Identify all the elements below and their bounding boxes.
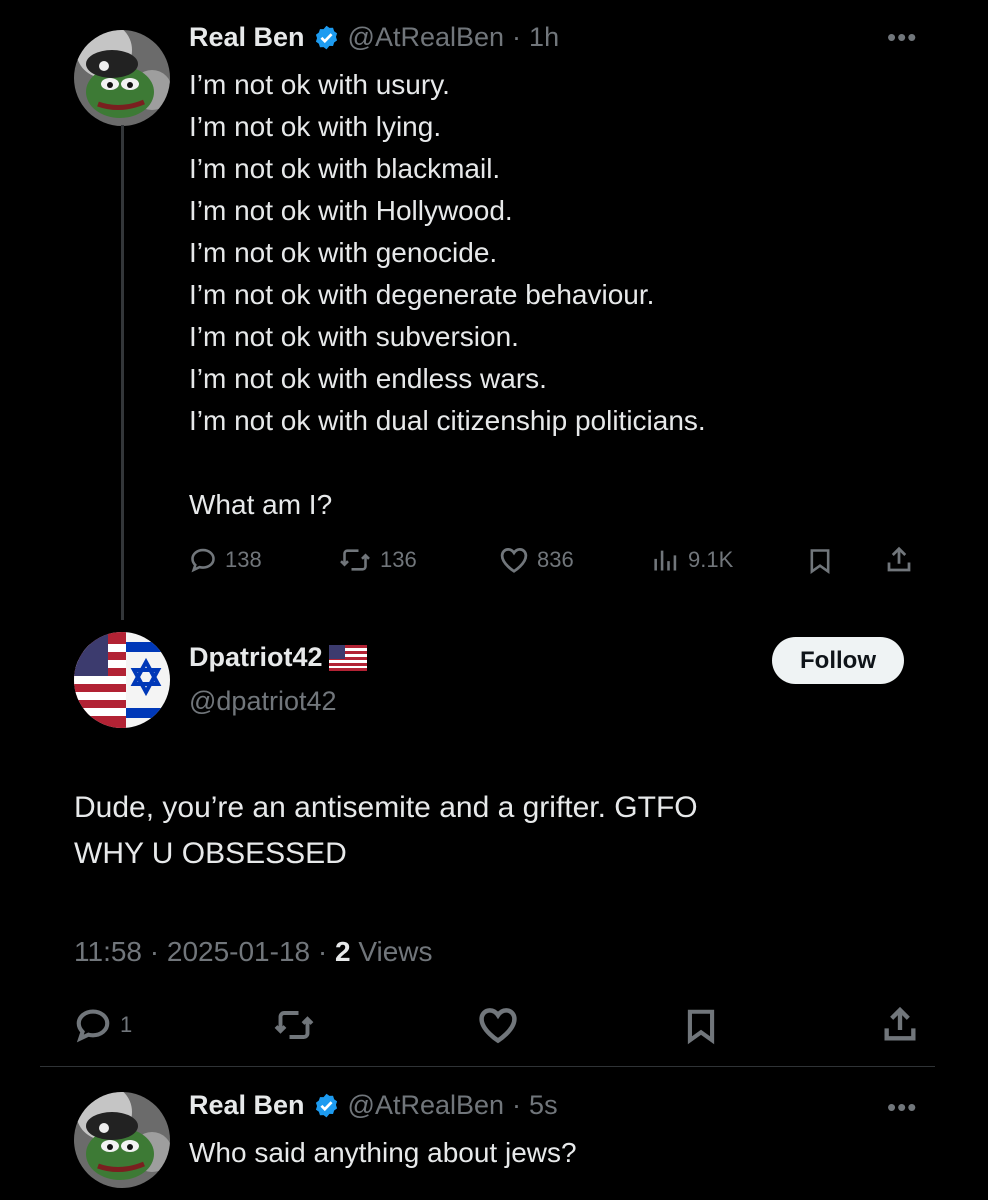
- author-handle[interactable]: @dpatriot42: [189, 686, 337, 717]
- separator-dot: ·: [512, 1090, 522, 1120]
- verified-badge-icon: [315, 1093, 337, 1118]
- views-label: Views: [350, 936, 433, 967]
- like-button[interactable]: 836: [499, 546, 574, 574]
- author-handle[interactable]: @AtRealBen: [348, 1090, 505, 1121]
- reply-button[interactable]: 1: [74, 1006, 132, 1044]
- author-name[interactable]: Real Ben: [189, 1090, 305, 1121]
- bookmark-button[interactable]: [682, 1005, 720, 1047]
- tweet-line: I’m not ok with endless wars.: [189, 363, 547, 394]
- like-button[interactable]: [477, 1006, 519, 1044]
- tweet-line: I’m not ok with genocide.: [189, 237, 498, 268]
- reply-body: Dude, you’re an antisemite and a grifter…: [74, 785, 698, 877]
- reply-header: Dpatriot42: [189, 642, 367, 673]
- reply-text-line: Dude, you’re an antisemite and a grifter…: [74, 791, 698, 824]
- tweet-line: I’m not ok with Hollywood.: [189, 195, 513, 226]
- thread-connector-line: [121, 125, 124, 620]
- like-icon: [500, 547, 528, 573]
- tweet1-body: I’m not ok with usury. I’m not ok with l…: [189, 64, 706, 526]
- us-flag-icon: [328, 644, 367, 671]
- author-name[interactable]: Dpatriot42: [189, 642, 323, 673]
- repost-button[interactable]: [272, 1007, 316, 1043]
- tweet-line: I’m not ok with usury.: [189, 69, 450, 100]
- reply-text-line: WHY U OBSESSED: [74, 837, 347, 870]
- flag-avatar-image: [74, 632, 170, 728]
- tweet-line: I’m not ok with dual citizenship politic…: [189, 405, 706, 436]
- tweet-line: I’m not ok with degenerate behaviour.: [189, 279, 655, 310]
- like-count: 836: [537, 547, 574, 572]
- pepe-avatar-image: [74, 1092, 170, 1188]
- share-icon: [887, 546, 911, 572]
- reply-count: 138: [225, 547, 262, 572]
- repost-count: 136: [380, 547, 417, 572]
- share-icon: [884, 1006, 916, 1041]
- post-meta: 11:58 · 2025-01-18 · 2 Views: [74, 936, 433, 968]
- share-button[interactable]: [880, 1004, 920, 1046]
- more-icon[interactable]: •••: [887, 22, 917, 53]
- views-icon: [654, 550, 677, 571]
- divider: [40, 1066, 935, 1067]
- post-time[interactable]: 5s: [529, 1090, 558, 1121]
- follow-button[interactable]: Follow: [772, 637, 904, 684]
- tweet-line: I’m not ok with blackmail.: [189, 153, 501, 184]
- repost-icon: [274, 1011, 314, 1039]
- reply-icon: [76, 1009, 110, 1043]
- like-icon: [479, 1008, 517, 1044]
- pepe-avatar-image: [74, 30, 170, 126]
- verified-badge-icon: [315, 25, 337, 50]
- tweet-line: I’m not ok with subversion.: [189, 321, 519, 352]
- repost-icon: [340, 549, 370, 571]
- tweet2-header: Real Ben @AtRealBen · 5s: [189, 1090, 558, 1121]
- author-handle[interactable]: @AtRealBen: [348, 22, 505, 53]
- avatar-dpatriot42[interactable]: [74, 632, 170, 728]
- tweet-line: I’m not ok with lying.: [189, 111, 442, 142]
- tweet2-text: Who said anything about jews?: [189, 1137, 577, 1168]
- views-count: 9.1K: [688, 547, 734, 572]
- tweet1-header: Real Ben @AtRealBen · 1h: [189, 22, 559, 53]
- views-button[interactable]: 9.1K: [650, 546, 733, 574]
- avatar-real-ben[interactable]: [74, 1092, 170, 1188]
- more-icon[interactable]: •••: [887, 1092, 917, 1123]
- repost-button[interactable]: 136: [338, 546, 417, 574]
- reply-count: 1: [120, 1012, 133, 1037]
- post-time[interactable]: 1h: [529, 22, 559, 53]
- separator-dot: ·: [512, 22, 522, 52]
- avatar-real-ben[interactable]: [74, 30, 170, 126]
- post-timestamp[interactable]: 11:58 · 2025-01-18 ·: [74, 936, 335, 967]
- bookmark-icon: [810, 549, 830, 574]
- author-name[interactable]: Real Ben: [189, 22, 305, 53]
- tweet-question: What am I?: [189, 489, 333, 520]
- reply-icon: [191, 548, 215, 573]
- view-count: 2: [334, 936, 351, 967]
- share-button[interactable]: [884, 544, 914, 576]
- bookmark-icon: [687, 1009, 715, 1045]
- reply-button[interactable]: 138: [189, 546, 262, 574]
- bookmark-button[interactable]: [806, 546, 834, 576]
